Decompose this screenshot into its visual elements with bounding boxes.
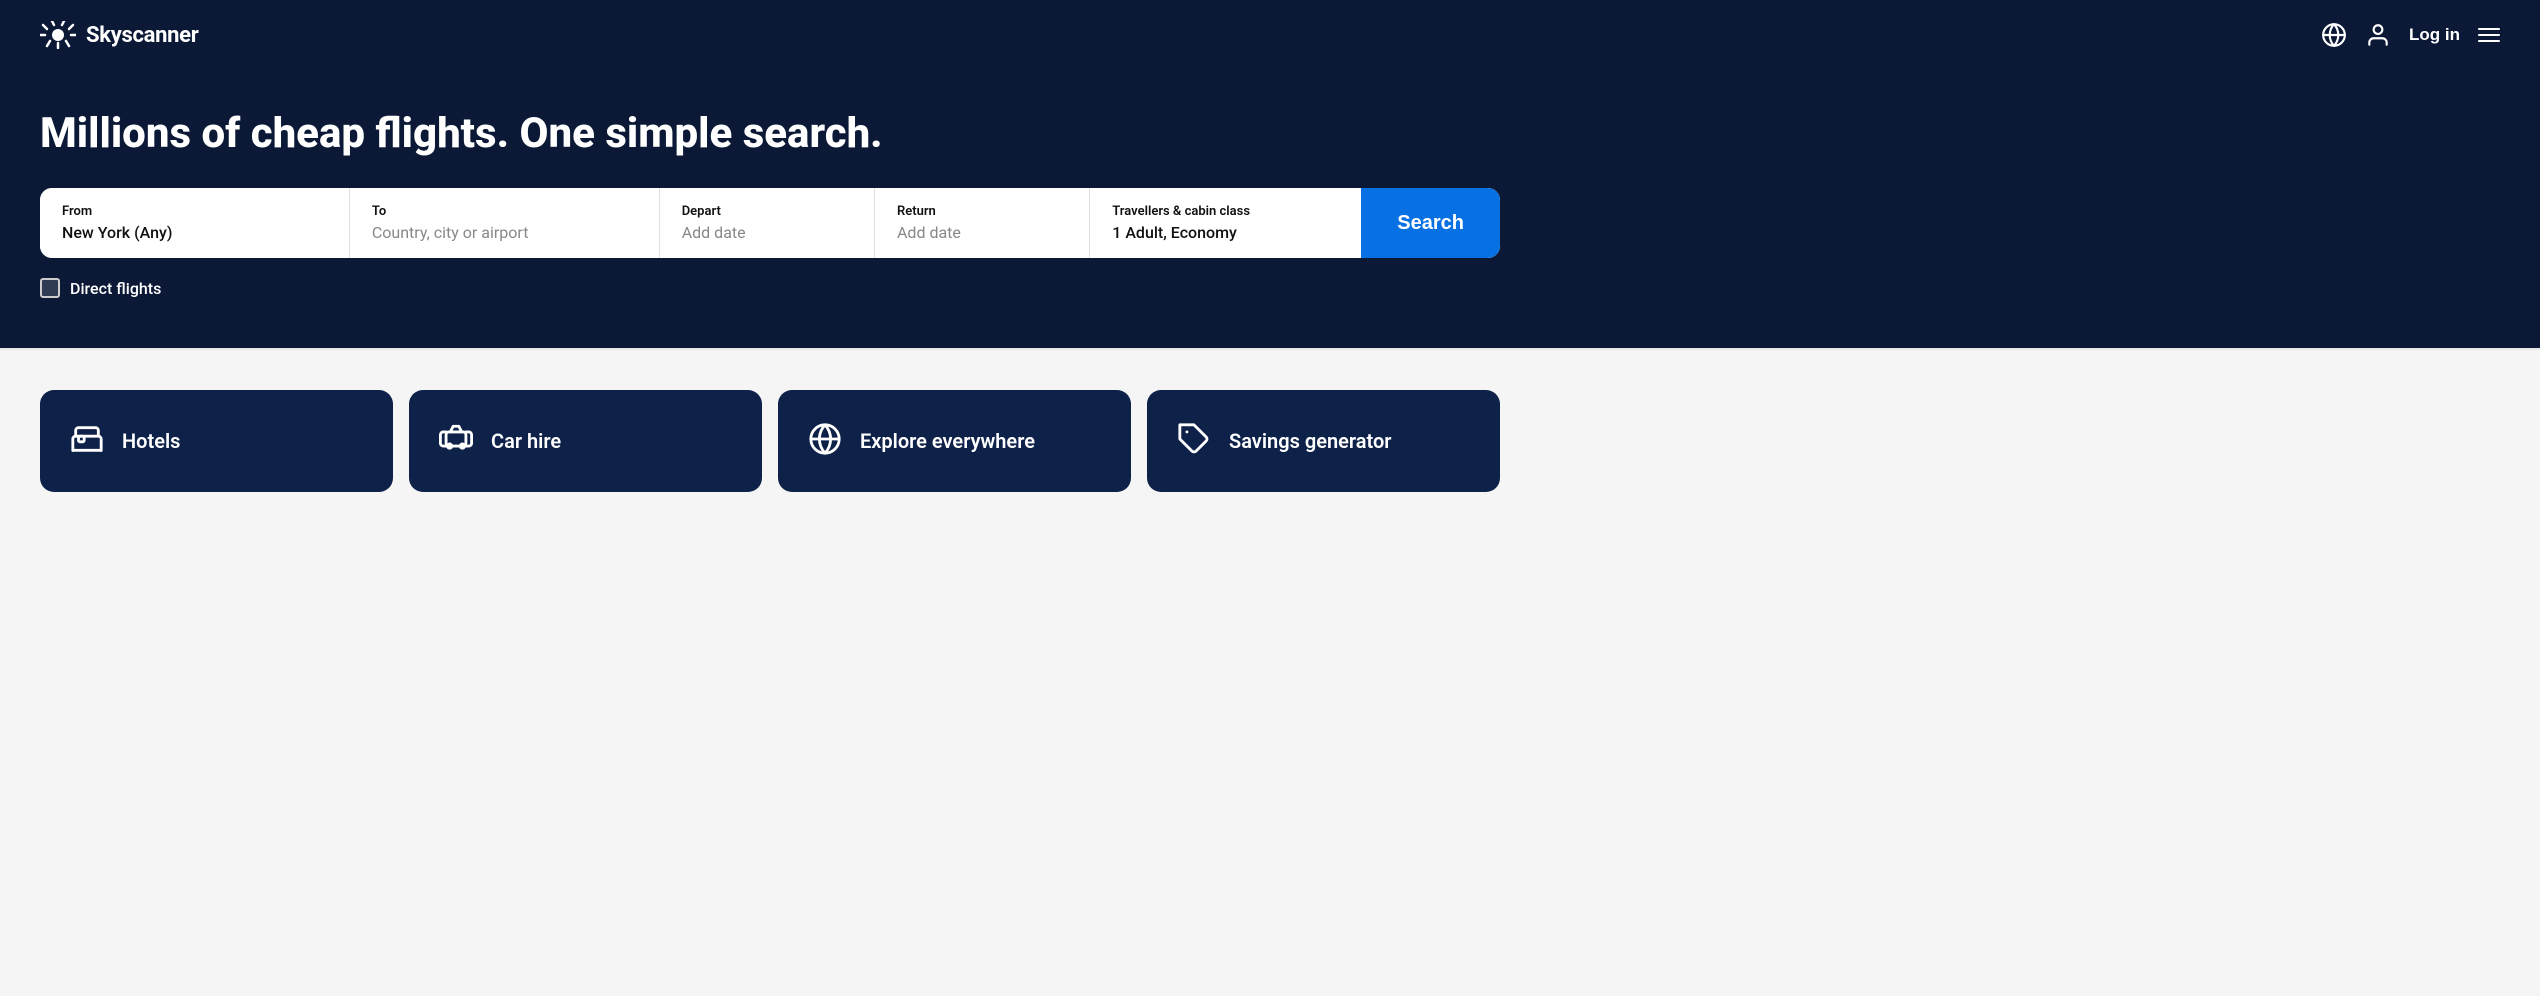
car-hire-card[interactable]: Car hire [409,390,762,492]
direct-flights-checkbox[interactable] [40,278,60,298]
hero-section: Millions of cheap flights. One simple se… [0,70,2540,348]
logo-text: Skyscanner [86,23,199,48]
logo[interactable]: Skyscanner [40,21,199,49]
user-circle-icon [2365,22,2391,48]
user-profile-button[interactable] [2365,22,2391,48]
from-label: From [62,204,327,219]
from-field[interactable]: From New York (Any) [40,188,350,258]
hamburger-line-1 [2478,28,2500,30]
globe-icon [2321,22,2347,48]
hamburger-line-3 [2478,40,2500,42]
explore-globe-icon [808,422,842,460]
to-placeholder: Country, city or airport [372,223,529,242]
depart-label: Depart [682,204,852,219]
to-label: To [372,204,637,219]
hamburger-menu-button[interactable] [2478,28,2500,42]
direct-flights-row: Direct flights [40,278,2500,298]
explore-label: Explore everywhere [860,429,1035,453]
hotels-card[interactable]: Hotels [40,390,393,492]
travellers-field[interactable]: Travellers & cabin class 1 Adult, Econom… [1090,188,1361,258]
savings-card[interactable]: Savings generator [1147,390,1500,492]
search-bar: From New York (Any) To Country, city or … [40,188,1500,258]
savings-label: Savings generator [1229,429,1391,453]
direct-flights-label[interactable]: Direct flights [70,279,161,298]
tag-icon [1177,422,1211,460]
from-value: New York (Any) [62,223,172,242]
return-placeholder: Add date [897,223,961,242]
explore-card[interactable]: Explore everywhere [778,390,1131,492]
bed-icon [70,422,104,460]
return-label: Return [897,204,1067,219]
header: Skyscanner Log in [0,0,2540,70]
cards-section: Hotels Car hire [0,350,2540,532]
return-field[interactable]: Return Add date [875,188,1090,258]
search-button[interactable]: Search [1361,188,1500,258]
header-nav: Log in [2321,22,2500,48]
car-hire-label: Car hire [491,429,561,453]
hotels-label: Hotels [122,429,180,453]
travellers-value: 1 Adult, Economy [1112,223,1237,242]
travellers-label: Travellers & cabin class [1112,204,1339,219]
skyscanner-logo-icon [40,21,76,49]
hero-title: Millions of cheap flights. One simple se… [40,110,2500,158]
login-button[interactable]: Log in [2409,25,2460,45]
depart-field[interactable]: Depart Add date [660,188,875,258]
language-globe-button[interactable] [2321,22,2347,48]
cards-grid: Hotels Car hire [40,390,1500,492]
hamburger-line-2 [2478,34,2500,36]
car-icon [439,422,473,460]
depart-placeholder: Add date [682,223,746,242]
to-field[interactable]: To Country, city or airport [350,188,660,258]
